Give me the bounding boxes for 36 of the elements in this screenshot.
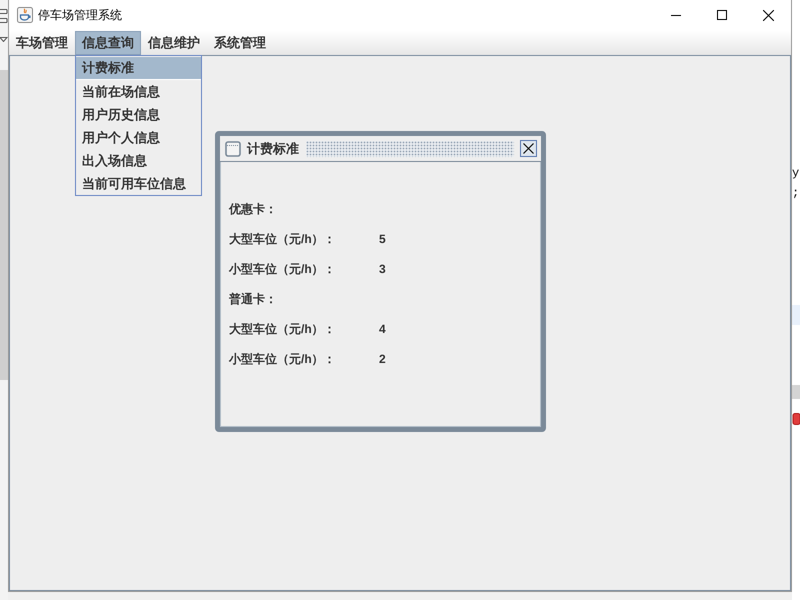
dropdown-item[interactable]: 计费标准 (76, 57, 201, 80)
section-heading: 普通卡： (229, 290, 278, 308)
toolbar-icon[interactable] (0, 8, 8, 24)
rate-label: 大型车位（元/h）： (229, 320, 337, 338)
minimize-icon (671, 14, 681, 16)
menu-item[interactable]: 系统管理 (207, 31, 273, 55)
frame-title: 计费标准 (247, 140, 299, 158)
frame-close-button[interactable] (520, 140, 537, 157)
coffee-cup-icon (17, 7, 33, 23)
rate-label: 小型车位（元/h）： (229, 350, 337, 368)
dropdown-item[interactable]: 当前可用车位信息 (76, 172, 201, 195)
marker-icon (792, 413, 800, 425)
menu-item[interactable]: 信息维护 (141, 31, 207, 55)
rate-value: 3 (379, 262, 386, 276)
section-heading: 优惠卡： (229, 200, 278, 218)
rate-value: 4 (379, 322, 386, 336)
rate-value: 5 (379, 232, 386, 246)
dropdown-item[interactable]: 出入场信息 (76, 149, 201, 172)
dropdown-item[interactable]: 用户个人信息 (76, 126, 201, 149)
window-title: 停车场管理系统 (38, 6, 122, 24)
code-text: ; (792, 185, 800, 202)
rate-label: 大型车位（元/h）： (229, 230, 337, 248)
rate-value: 2 (379, 352, 386, 366)
code-text: y (792, 165, 800, 182)
menu-item[interactable]: 车场管理 (9, 31, 75, 55)
dropdown-item[interactable]: 用户历史信息 (76, 103, 201, 126)
caret-icon[interactable] (0, 37, 8, 42)
rate-label: 小型车位（元/h）： (229, 260, 337, 278)
close-icon (523, 143, 534, 154)
dropdown-item[interactable]: 当前在场信息 (76, 80, 201, 103)
menu-item[interactable]: 信息查询 (75, 31, 141, 55)
maximize-icon (717, 10, 727, 20)
close-icon (762, 10, 774, 20)
panel-band (792, 385, 800, 399)
highlight-band (792, 305, 800, 325)
window-icon (225, 140, 241, 156)
